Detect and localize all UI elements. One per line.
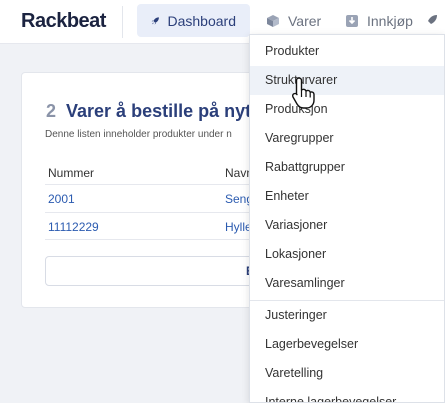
- menu-item-varesamlinger[interactable]: Varesamlinger: [250, 269, 444, 298]
- column-header-number[interactable]: Nummer: [48, 166, 94, 180]
- menu-item-strukturvarer[interactable]: Strukturvarer: [250, 66, 444, 95]
- rocket-icon: [151, 16, 159, 25]
- hand-cursor-icon: [291, 77, 315, 109]
- row-number-link[interactable]: 2001: [48, 192, 75, 206]
- card-title-text: Varer å bestille på nytt: [66, 101, 258, 121]
- nav-more[interactable]: [424, 4, 445, 37]
- nav-varer-label: Varer: [288, 12, 322, 29]
- card-title: 2 Varer å bestille på nytt: [46, 101, 257, 122]
- nav-dashboard-label: Dashboard: [167, 12, 237, 29]
- menu-item-produkter[interactable]: Produkter: [250, 37, 444, 66]
- download-box-icon: [346, 14, 358, 27]
- row-name-link[interactable]: Hylle: [225, 220, 252, 234]
- menu-item-varetelling[interactable]: Varetelling: [250, 359, 444, 388]
- menu-item-varegrupper[interactable]: Varegrupper: [250, 124, 444, 153]
- menu-item-variasjoner[interactable]: Variasjoner: [250, 211, 444, 240]
- menu-item-interne-lagerbevegelser[interactable]: Interne lagerbevegelser: [250, 388, 444, 402]
- brand-logo[interactable]: Rackbeat: [21, 10, 106, 33]
- item-count: 2: [46, 101, 57, 121]
- menu-item-lagerbevegelser[interactable]: Lagerbevegelser: [250, 330, 444, 359]
- nav-innkjop-label: Innkjøp: [367, 12, 413, 29]
- card-description: Denne listen inneholder produkter under …: [45, 129, 232, 140]
- menu-item-produksjon[interactable]: Produksjon: [250, 95, 444, 124]
- nav-innkjop[interactable]: Innkjøp: [345, 4, 413, 37]
- menu-item-lokasjoner[interactable]: Lokasjoner: [250, 240, 444, 269]
- varer-dropdown-menu: Produkter Strukturvarer Produksjon Vareg…: [249, 34, 445, 403]
- menu-item-rabattgrupper[interactable]: Rabattgrupper: [250, 153, 444, 182]
- nav-varer[interactable]: Varer: [266, 4, 321, 37]
- menu-item-justeringer[interactable]: Justeringer: [250, 301, 444, 330]
- rocket-icon: [428, 14, 437, 24]
- nav-divider: [122, 6, 123, 38]
- row-number-link[interactable]: 11112229: [48, 220, 99, 234]
- nav-dashboard[interactable]: Dashboard: [137, 4, 250, 37]
- cube-icon: [267, 14, 279, 27]
- menu-item-enheter[interactable]: Enheter: [250, 182, 444, 211]
